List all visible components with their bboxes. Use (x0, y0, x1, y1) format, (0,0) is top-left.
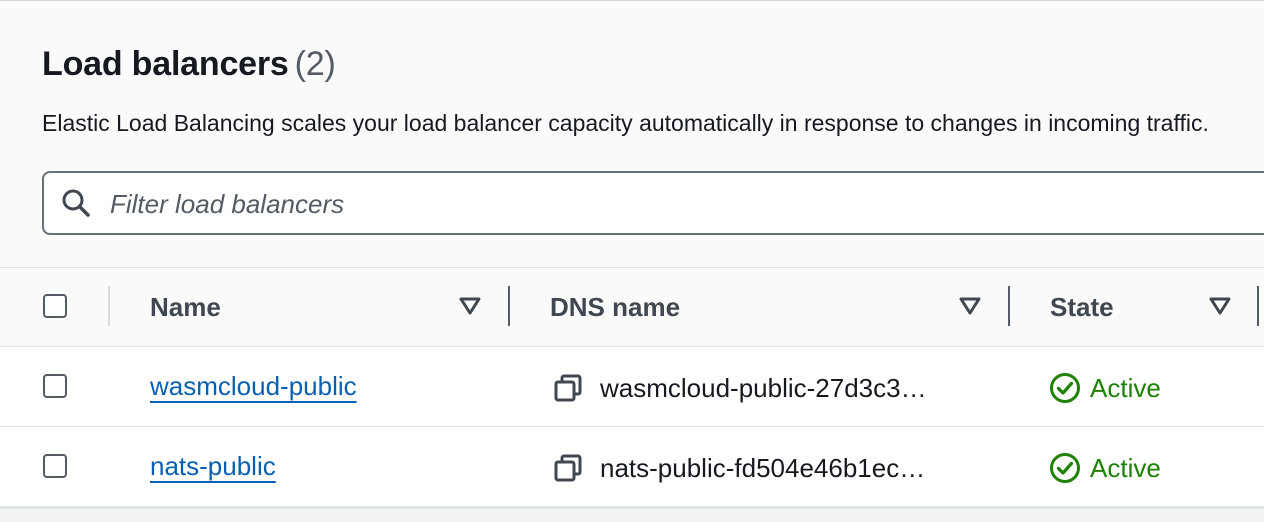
row-checkbox[interactable] (43, 454, 67, 478)
column-header-state[interactable]: State (1050, 292, 1114, 323)
load-balancers-panel: Load balancers (2) Elastic Load Balancing… (0, 0, 1264, 509)
sort-caret-down-icon[interactable] (458, 296, 482, 318)
dns-name-value: nats-public-fd504e46b1ec… (600, 453, 926, 483)
copy-icon[interactable] (553, 453, 583, 483)
table-row[interactable]: nats-public nats-public-fd504e46b1ec… Ac… (0, 427, 1264, 507)
column-header-name[interactable]: Name (150, 292, 221, 323)
page-description: Elastic Load Balancing scales your load … (42, 110, 1209, 136)
load-balancer-name-link[interactable]: wasmcloud-public (150, 371, 357, 402)
column-resizer[interactable] (1008, 286, 1010, 326)
table-header-row: Name DNS name State (0, 268, 1264, 347)
state-value: Active (1090, 453, 1161, 483)
status-success-icon (1050, 373, 1080, 403)
column-separator (108, 286, 110, 326)
column-resizer[interactable] (1257, 286, 1259, 326)
state-value: Active (1090, 373, 1161, 403)
sort-caret-down-icon[interactable] (958, 296, 982, 318)
dns-name-value: wasmcloud-public-27d3c3… (600, 373, 927, 403)
search-icon (62, 189, 90, 217)
filter-box[interactable] (42, 171, 1264, 235)
filter-input[interactable] (108, 181, 1212, 227)
select-all-checkbox[interactable] (43, 294, 67, 318)
load-balancer-name-link[interactable]: nats-public (150, 451, 276, 482)
sort-caret-down-icon[interactable] (1208, 296, 1232, 318)
row-checkbox[interactable] (43, 374, 67, 398)
copy-icon[interactable] (553, 373, 583, 403)
load-balancer-count: (2) (294, 45, 336, 83)
column-header-dns-name[interactable]: DNS name (550, 292, 680, 323)
page-title: Load balancers (2) (42, 45, 336, 84)
column-resizer[interactable] (508, 286, 510, 326)
status-success-icon (1050, 453, 1080, 483)
page-title-text: Load balancers (42, 45, 289, 83)
table-row[interactable]: wasmcloud-public wasmcloud-public-27d3c3… (0, 347, 1264, 427)
